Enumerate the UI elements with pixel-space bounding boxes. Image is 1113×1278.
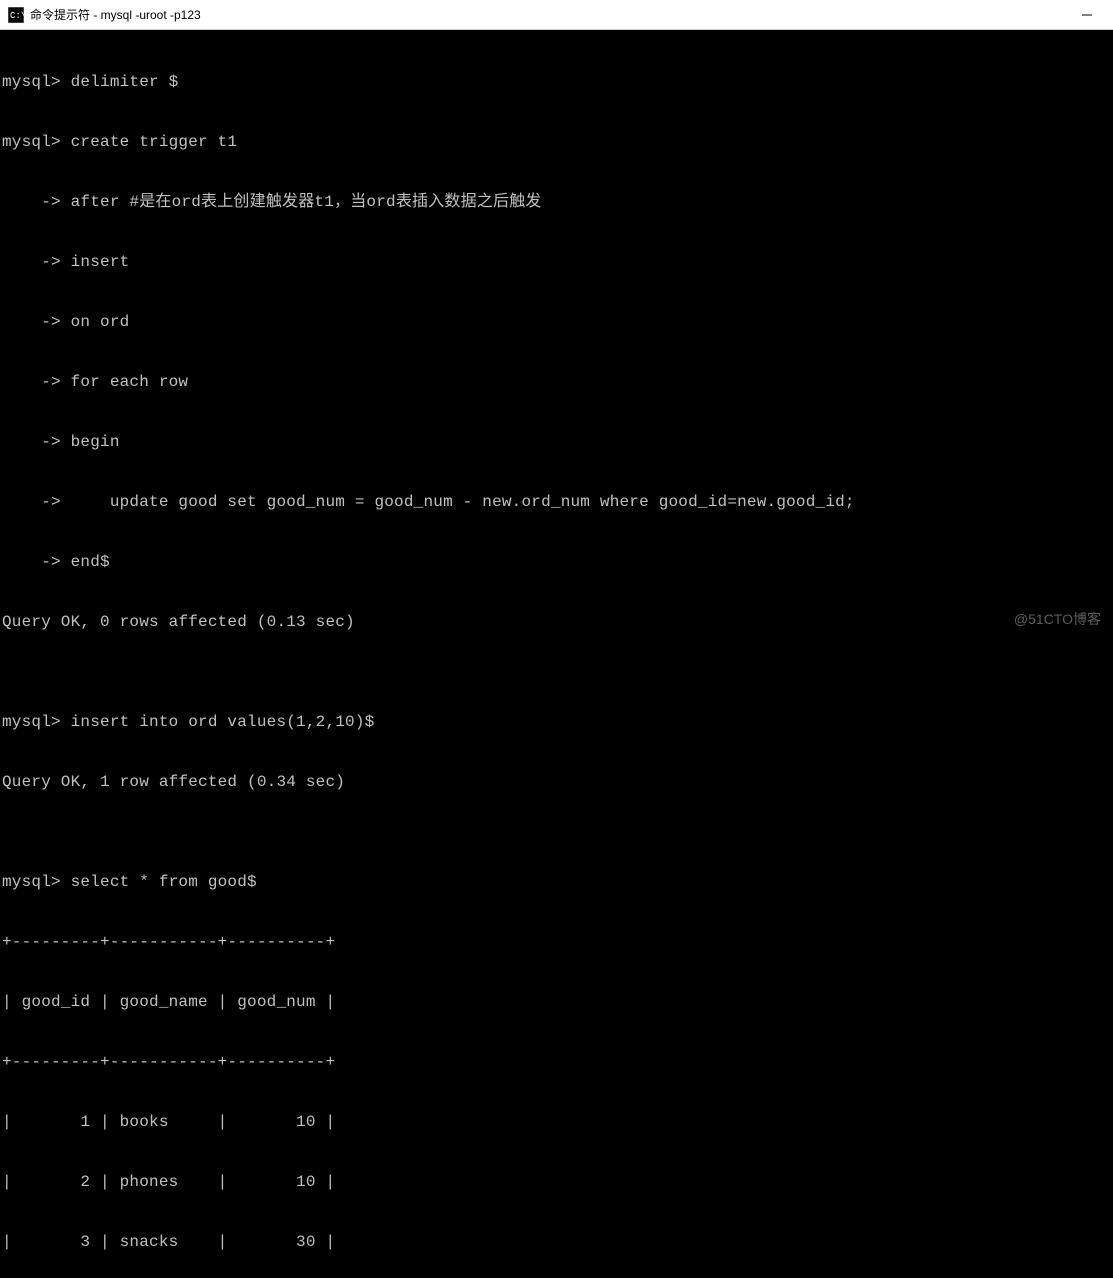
terminal-line: -> update good set good_num = good_num -… [2, 492, 1111, 512]
terminal-line: Query OK, 0 rows affected (0.13 sec) [2, 612, 1111, 632]
terminal-line: -> on ord [2, 312, 1111, 332]
window-controls [1073, 5, 1105, 25]
terminal-line: Query OK, 1 row affected (0.34 sec) [2, 772, 1111, 792]
terminal-line: -> for each row [2, 372, 1111, 392]
watermark: @51CTO博客 [1014, 609, 1101, 629]
minimize-button[interactable] [1073, 5, 1101, 25]
terminal-line: -> after #是在ord表上创建触发器t1，当ord表插入数据之后触发 [2, 192, 1111, 212]
terminal-line: mysql> insert into ord values(1,2,10)$ [2, 712, 1111, 732]
terminal-line: | 3 | snacks | 30 | [2, 1232, 1111, 1252]
terminal-line: +---------+-----------+----------+ [2, 932, 1111, 952]
terminal-line: mysql> delimiter $ [2, 72, 1111, 92]
window-title: 命令提示符 - mysql -uroot -p123 [30, 6, 1073, 23]
cmd-icon: C:\ [8, 7, 24, 23]
svg-text:C:\: C:\ [10, 11, 24, 21]
terminal-line: -> end$ [2, 552, 1111, 572]
terminal-line: -> insert [2, 252, 1111, 272]
terminal-line: | 1 | books | 10 | [2, 1112, 1111, 1132]
terminal-line: mysql> create trigger t1 [2, 132, 1111, 152]
terminal-line: | good_id | good_name | good_num | [2, 992, 1111, 1012]
window-titlebar: C:\ 命令提示符 - mysql -uroot -p123 [0, 0, 1113, 30]
terminal-output[interactable]: mysql> delimiter $ mysql> create trigger… [0, 30, 1113, 1278]
terminal-line: mysql> select * from good$ [2, 872, 1111, 892]
terminal-line: -> begin [2, 432, 1111, 452]
terminal-line: | 2 | phones | 10 | [2, 1172, 1111, 1192]
terminal-line: +---------+-----------+----------+ [2, 1052, 1111, 1072]
